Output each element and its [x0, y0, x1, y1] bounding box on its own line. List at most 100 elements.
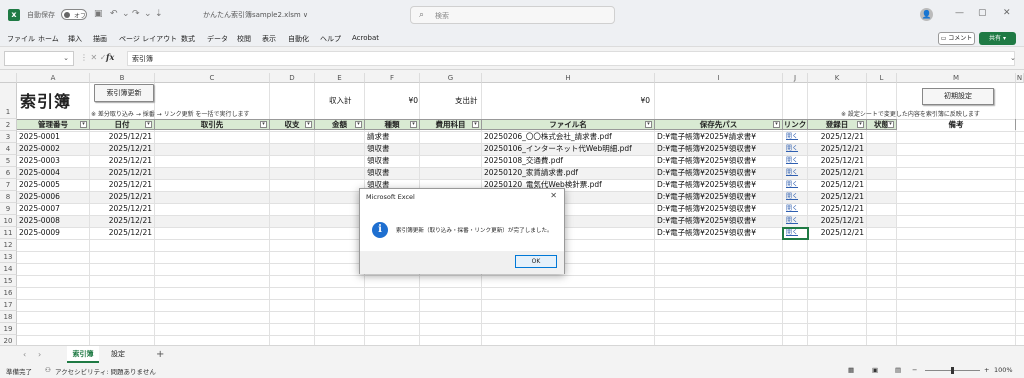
save-icon[interactable]: ▣ [94, 9, 103, 19]
formula-input[interactable]: 索引簿 [127, 51, 1015, 66]
row-header-7[interactable]: 7 [0, 179, 17, 191]
normal-view-icon[interactable]: ▦ [848, 366, 854, 374]
cell-kind[interactable]: 領収書 [367, 155, 419, 166]
column-header-k[interactable]: K [808, 73, 867, 83]
cell-save-path[interactable]: D:¥電子帳簿¥2025¥請求書¥ [657, 131, 782, 142]
cell-date[interactable]: 2025/12/21 [90, 191, 154, 202]
row-header-16[interactable]: 16 [0, 287, 17, 299]
column-header-b[interactable]: B [90, 73, 155, 83]
cell-link[interactable]: 開く [786, 179, 806, 190]
page-break-view-icon[interactable]: ▤ [895, 366, 901, 374]
cell-date[interactable]: 2025/12/21 [90, 215, 154, 226]
cell-file-name[interactable]: 20250106_インターネット代Web明細.pdf [484, 143, 654, 154]
cell-save-path[interactable]: D:¥電子帳簿¥2025¥領収書¥ [657, 191, 782, 202]
column-header-i[interactable]: I [655, 73, 783, 83]
column-header-c[interactable]: C [155, 73, 270, 83]
accessibility-status[interactable]: アクセシビリティ: 問題ありません [55, 366, 156, 376]
row-header-1[interactable]: 1 [0, 83, 17, 119]
tab-acrobat[interactable]: Acrobat [352, 34, 379, 42]
column-header-a[interactable]: A [17, 73, 90, 83]
tab-review[interactable]: 校閲 [237, 34, 251, 44]
tab-help[interactable]: ヘルプ [320, 34, 341, 44]
cell-registered-date[interactable]: 2025/12/21 [808, 131, 866, 142]
cell-link[interactable]: 開く [786, 215, 806, 226]
column-header-e[interactable]: E [315, 73, 365, 83]
cell-registered-date[interactable]: 2025/12/21 [808, 155, 866, 166]
cell-date[interactable]: 2025/12/21 [90, 203, 154, 214]
minimize-icon[interactable]: — [955, 8, 964, 18]
cell-save-path[interactable]: D:¥電子帳簿¥2025¥領収書¥ [657, 167, 782, 178]
formula-cancel-icon[interactable]: ⋮ ✕ ✓ [80, 53, 107, 62]
zoom-level[interactable]: 100% [994, 366, 1013, 374]
select-all-corner[interactable] [0, 73, 17, 83]
cell-registered-date[interactable]: 2025/12/21 [808, 215, 866, 226]
cell-link[interactable]: 開く [786, 167, 806, 178]
cell-date[interactable]: 2025/12/21 [90, 143, 154, 154]
cell-save-path[interactable]: D:¥電子帳簿¥2025¥領収書¥ [657, 179, 782, 190]
tab-formulas[interactable]: 数式 [181, 34, 195, 44]
comment-button[interactable]: ▭ コメント [938, 32, 975, 45]
cell-date[interactable]: 2025/12/21 [90, 155, 154, 166]
row-header-10[interactable]: 10 [0, 215, 17, 227]
row-header-11[interactable]: 11 [0, 227, 17, 239]
cell-id[interactable]: 2025-0006 [19, 191, 89, 202]
sheet-tab-settings[interactable]: 設定 [104, 346, 132, 363]
user-avatar[interactable]: 👤 [920, 8, 933, 21]
column-header-m[interactable]: M [897, 73, 1016, 83]
update-index-button[interactable]: 索引簿更新 [94, 84, 154, 102]
share-button[interactable]: 共有 ▾ [979, 32, 1016, 45]
scroll-tabs-left-icon[interactable]: ‹ [23, 350, 26, 359]
row-header-15[interactable]: 15 [0, 275, 17, 287]
filter-dropdown-icon[interactable]: ▾ [260, 121, 267, 128]
cell-date[interactable]: 2025/12/21 [90, 167, 154, 178]
cell-registered-date[interactable]: 2025/12/21 [808, 179, 866, 190]
scroll-tabs-right-icon[interactable]: › [38, 350, 41, 359]
cell-id[interactable]: 2025-0005 [19, 179, 89, 190]
cell-date[interactable]: 2025/12/21 [90, 227, 154, 238]
row-header-3[interactable]: 3 [0, 131, 17, 143]
cell-save-path[interactable]: D:¥電子帳簿¥2025¥領収書¥ [657, 227, 782, 238]
cell-registered-date[interactable]: 2025/12/21 [808, 143, 866, 154]
cell-registered-date[interactable]: 2025/12/21 [808, 227, 866, 238]
row-header-4[interactable]: 4 [0, 143, 17, 155]
cell-link[interactable]: 開く [786, 143, 806, 154]
tab-draw[interactable]: 描画 [93, 34, 107, 44]
cell-date[interactable]: 2025/12/21 [90, 179, 154, 190]
cell-date[interactable]: 2025/12/21 [90, 131, 154, 142]
column-header-l[interactable]: L [867, 73, 897, 83]
tab-data[interactable]: データ [207, 34, 228, 44]
tab-file[interactable]: ファイル [7, 34, 35, 44]
zoom-out-icon[interactable]: − [912, 366, 917, 374]
row-header-18[interactable]: 18 [0, 311, 17, 323]
row-header-6[interactable]: 6 [0, 167, 17, 179]
zoom-in-icon[interactable]: + [984, 366, 989, 374]
column-header-j[interactable]: J [783, 73, 808, 83]
page-layout-view-icon[interactable]: ▣ [872, 366, 878, 374]
insert-function-icon[interactable]: fx [106, 52, 114, 62]
ok-button[interactable]: OK [515, 255, 557, 268]
tab-insert[interactable]: 挿入 [68, 34, 82, 44]
cell-save-path[interactable]: D:¥電子帳簿¥2025¥領収書¥ [657, 143, 782, 154]
redo-icon[interactable]: ↷ [132, 9, 140, 19]
name-box-dropdown-icon[interactable]: ⌄ [63, 54, 69, 62]
row-header-9[interactable]: 9 [0, 203, 17, 215]
zoom-slider-knob[interactable] [951, 367, 954, 374]
column-header-f[interactable]: F [365, 73, 420, 83]
undo-icon[interactable]: ↶ [110, 9, 118, 19]
close-window-icon[interactable]: ✕ [1003, 8, 1011, 18]
row-header-14[interactable]: 14 [0, 263, 17, 275]
row-header-5[interactable]: 5 [0, 155, 17, 167]
cell-id[interactable]: 2025-0002 [19, 143, 89, 154]
cell-id[interactable]: 2025-0009 [19, 227, 89, 238]
column-header-g[interactable]: G [420, 73, 482, 83]
cell-registered-date[interactable]: 2025/12/21 [808, 167, 866, 178]
filter-dropdown-icon[interactable]: ▾ [80, 121, 87, 128]
cell-kind[interactable]: 請求書 [367, 131, 419, 142]
maximize-icon[interactable]: ▢ [978, 8, 987, 18]
row-header-12[interactable]: 12 [0, 239, 17, 251]
cell-id[interactable]: 2025-0007 [19, 203, 89, 214]
customize-qat-icon[interactable]: ⇣ [155, 9, 163, 19]
filter-dropdown-icon[interactable]: ▾ [887, 121, 894, 128]
cell-link[interactable]: 開く [786, 191, 806, 202]
cell-link[interactable]: 開く [786, 203, 806, 214]
